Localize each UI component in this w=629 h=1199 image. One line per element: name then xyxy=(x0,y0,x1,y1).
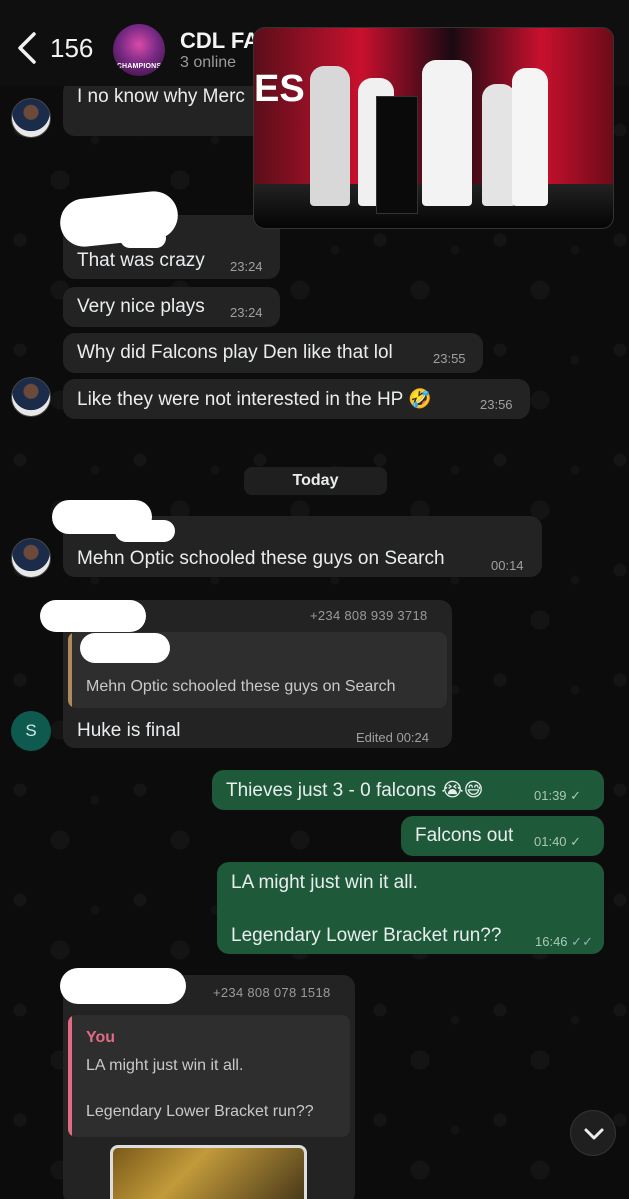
sender-avatar[interactable] xyxy=(11,98,51,138)
video-person xyxy=(422,60,472,206)
sender-phone: +234 808 939 3718 xyxy=(310,608,428,623)
message-text: That was crazy xyxy=(77,250,205,271)
read-double-check-icon: ✓✓ xyxy=(571,934,593,949)
message-text: Mehn Optic schooled these guys on Search xyxy=(77,548,445,569)
message-text: Why did Falcons play Den like that lol xyxy=(77,342,393,363)
redacted-name xyxy=(120,228,166,248)
outgoing-message-bubble[interactable]: Thieves just 3 - 0 falcons 😭😅 01:39 ✓ xyxy=(212,770,604,810)
outgoing-message-bubble[interactable]: LA might just win it all. Legendary Lowe… xyxy=(217,862,604,954)
quote-text: Mehn Optic schooled these guys on Search xyxy=(86,678,396,695)
message-time: 23:55 xyxy=(433,351,466,366)
date-separator: Today xyxy=(244,467,387,495)
message-bubble[interactable]: Why did Falcons play Den like that lol 2… xyxy=(63,333,483,373)
media-thumbnail[interactable] xyxy=(110,1145,307,1199)
sender-avatar-initial[interactable]: S xyxy=(11,711,51,751)
message-text: Falcons out xyxy=(415,825,514,846)
message-text: I no know why Merc xyxy=(77,86,245,107)
video-person xyxy=(512,68,548,206)
message-time: 23:56 xyxy=(480,397,513,412)
unread-count[interactable]: 156 xyxy=(50,33,93,64)
sent-check-icon: ✓ xyxy=(570,834,582,849)
message-text: Legendary Lower Bracket run?? xyxy=(231,925,502,946)
message-time: 01:40 ✓ xyxy=(534,834,582,849)
back-chevron-icon[interactable] xyxy=(14,30,44,66)
message-text: Like they were not interested in the HP … xyxy=(77,389,432,410)
redacted-name xyxy=(40,600,146,632)
message-time: 23:24 xyxy=(230,259,263,274)
quote-author: You xyxy=(86,1029,116,1046)
picture-in-picture-video[interactable]: ES xyxy=(253,27,614,229)
sent-check-icon: ✓ xyxy=(570,788,582,803)
message-bubble[interactable]: I no know why Merc xyxy=(63,80,263,136)
message-bubble[interactable]: Like they were not interested in the HP … xyxy=(63,379,530,419)
sender-avatar[interactable] xyxy=(11,377,51,417)
message-text: Thieves just 3 - 0 falcons 😭😅 xyxy=(226,780,484,801)
avatar-caption: CHAMPIONS xyxy=(116,63,162,70)
edited-label: Edited 00:24 xyxy=(356,730,430,745)
reply-quote[interactable]: You LA might just win it all. Legendary … xyxy=(68,1015,350,1137)
quote-text: LA might just win it all. xyxy=(86,1057,244,1074)
redacted-name xyxy=(60,968,186,1004)
message-time: 01:39 ✓ xyxy=(534,788,582,803)
message-bubble[interactable]: Very nice plays 23:24 xyxy=(63,287,280,327)
message-text: Huke is final xyxy=(77,720,181,741)
chevron-down-icon xyxy=(584,1128,604,1140)
video-person xyxy=(482,84,516,206)
sender-phone: +234 808 078 1518 xyxy=(213,985,331,1000)
message-time: 16:46 ✓✓ xyxy=(535,934,593,949)
message-text: Very nice plays xyxy=(77,296,205,317)
video-podium xyxy=(376,96,418,214)
quote-text: Legendary Lower Bracket run?? xyxy=(86,1103,314,1120)
message-time: 23:24 xyxy=(230,305,263,320)
message-time: 00:14 xyxy=(491,558,524,573)
outgoing-message-bubble[interactable]: Falcons out 01:40 ✓ xyxy=(401,816,604,856)
sender-avatar[interactable] xyxy=(11,538,51,578)
scroll-to-bottom-button[interactable] xyxy=(570,1110,616,1156)
redacted-name xyxy=(80,633,170,663)
video-person xyxy=(310,66,350,206)
group-name[interactable]: CDL FA xyxy=(180,28,259,54)
video-banner-text: ES xyxy=(254,68,305,110)
redacted-name xyxy=(115,520,175,542)
online-status: 3 online xyxy=(180,54,237,71)
message-text: LA might just win it all. xyxy=(231,872,418,893)
group-avatar[interactable]: CHAMPIONS xyxy=(113,24,165,76)
